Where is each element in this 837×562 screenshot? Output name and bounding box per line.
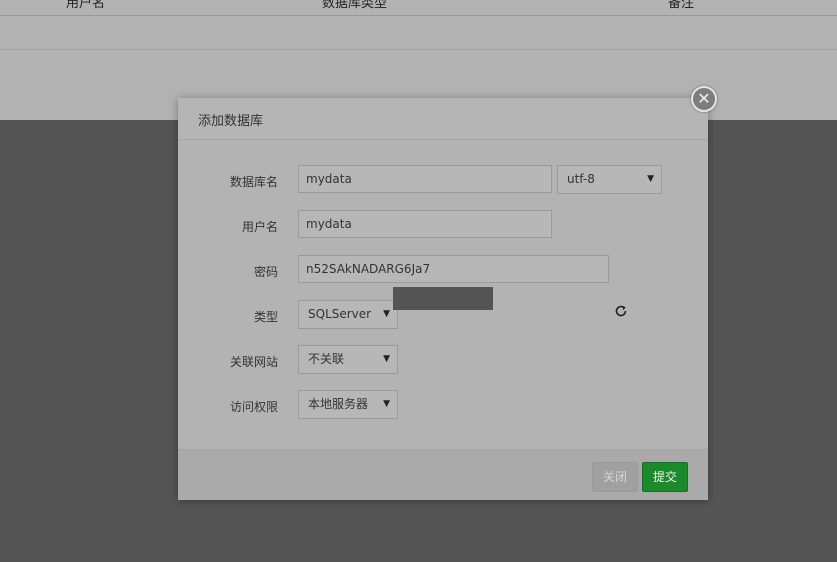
- access-select-value: 本地服务器: [308, 397, 369, 411]
- submit-button[interactable]: 提交: [642, 462, 688, 492]
- chevron-down-icon: ▼: [647, 174, 654, 184]
- tooltip: [393, 287, 493, 310]
- dialog-title: 添加数据库: [198, 114, 264, 129]
- chevron-down-icon: ▼: [383, 399, 390, 409]
- dbname-input[interactable]: [298, 165, 552, 193]
- dbname-label: 数据库名: [229, 175, 278, 189]
- type-select-value: SQLServer: [308, 307, 372, 321]
- charset-select[interactable]: utf-8 ▼: [557, 165, 662, 194]
- dialog-header: 添加数据库: [178, 98, 708, 140]
- dialog-footer: 关闭 提交: [178, 449, 708, 500]
- password-label: 密码: [253, 265, 278, 279]
- password-input[interactable]: [298, 255, 609, 283]
- access-select[interactable]: 本地服务器 ▼: [298, 390, 398, 419]
- access-label: 访问权限: [229, 400, 278, 414]
- username-input[interactable]: [298, 210, 552, 238]
- close-button[interactable]: 关闭: [592, 462, 638, 492]
- refresh-icon[interactable]: [614, 304, 628, 318]
- type-select[interactable]: SQLServer ▼: [298, 300, 398, 329]
- site-label: 关联网站: [229, 355, 278, 369]
- type-label: 类型: [253, 310, 278, 324]
- site-select[interactable]: 不关联 ▼: [298, 345, 398, 374]
- charset-select-value: utf-8: [567, 172, 595, 186]
- add-database-dialog: 添加数据库 数据库名 utf-8 ▼ 用户名 密码 类型 SQLServer ▼…: [178, 98, 708, 500]
- site-select-value: 不关联: [308, 352, 345, 366]
- username-label: 用户名: [241, 220, 278, 234]
- chevron-down-icon: ▼: [383, 309, 390, 319]
- close-icon[interactable]: ✕: [691, 86, 717, 112]
- chevron-down-icon: ▼: [383, 354, 390, 364]
